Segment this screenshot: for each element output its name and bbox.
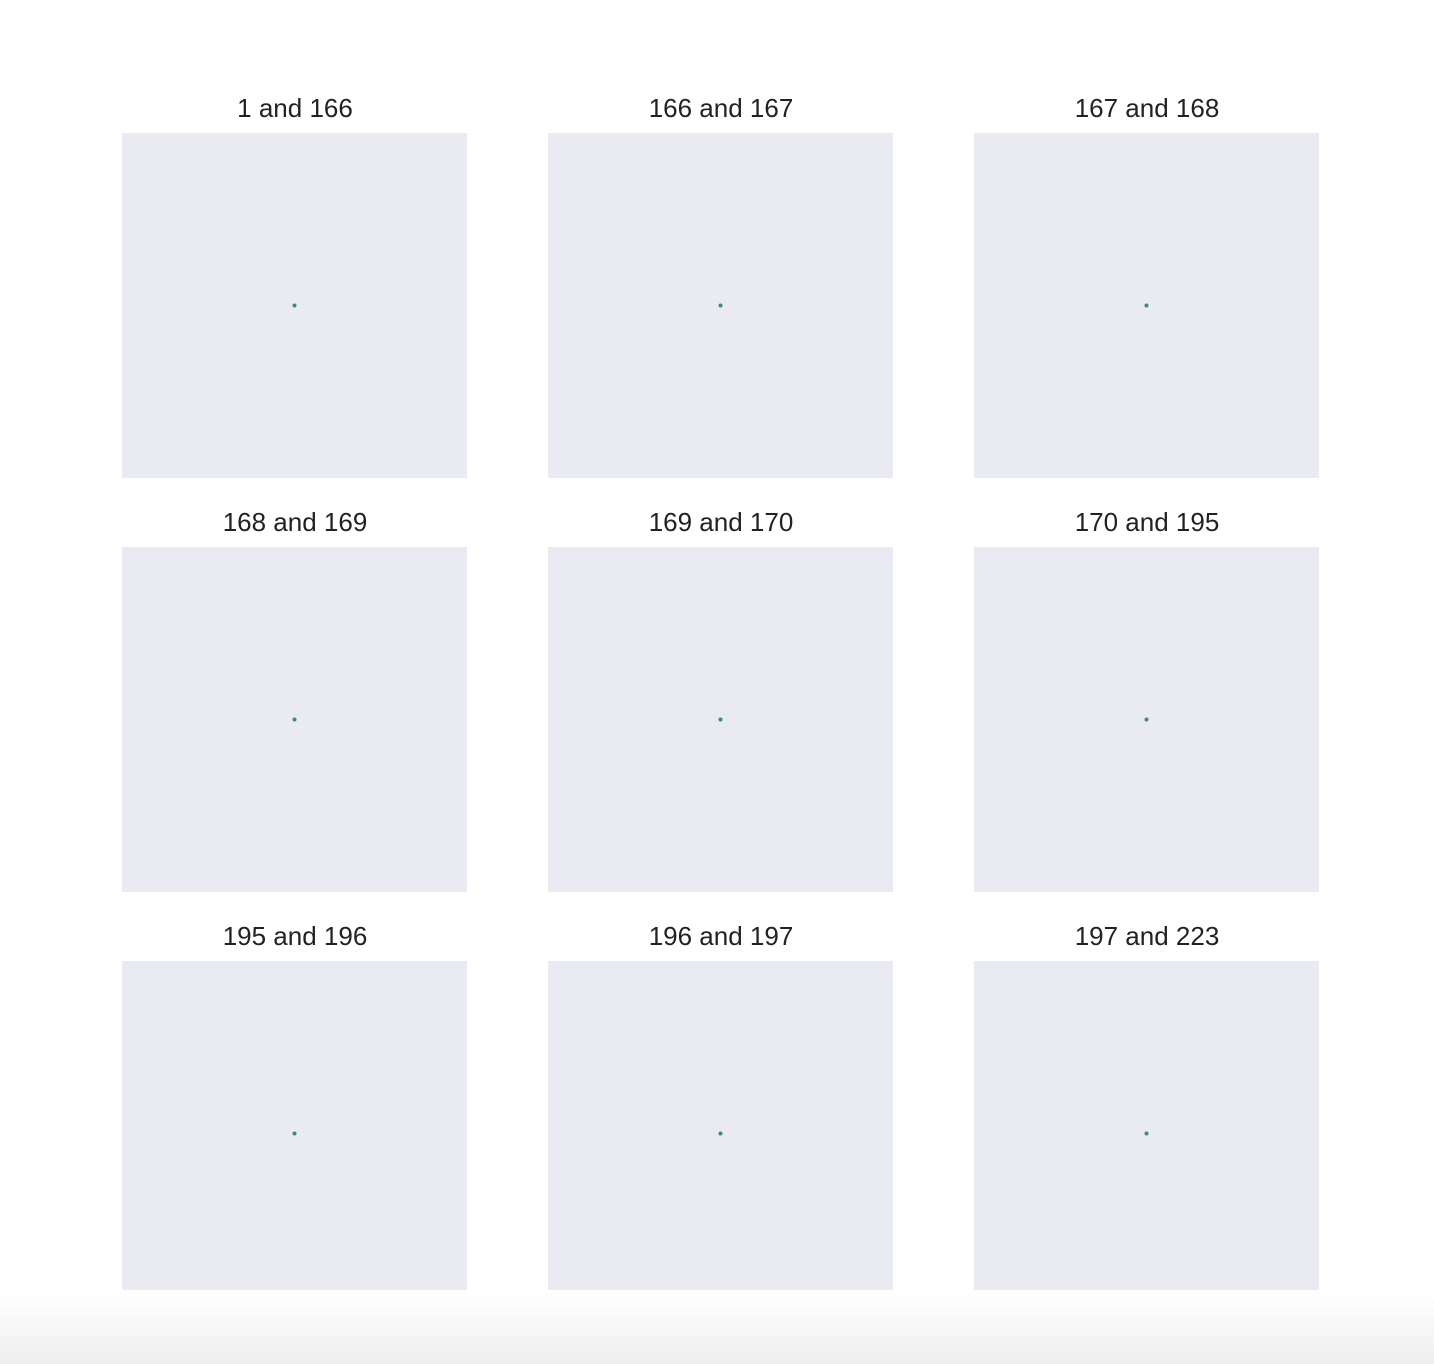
plot-area bbox=[548, 547, 893, 892]
subplot-title: 169 and 170 bbox=[648, 507, 794, 537]
subplot-title: 197 and 223 bbox=[1074, 921, 1220, 951]
data-point bbox=[1144, 717, 1149, 722]
subplot-title: 166 and 167 bbox=[648, 93, 794, 123]
data-point bbox=[1144, 1131, 1149, 1136]
plot-area bbox=[974, 961, 1319, 1306]
data-point bbox=[718, 303, 723, 308]
plot-area bbox=[122, 961, 467, 1306]
plot-area bbox=[122, 133, 467, 478]
plot-area bbox=[122, 547, 467, 892]
subplot-title: 196 and 197 bbox=[648, 921, 794, 951]
plot-area bbox=[548, 961, 893, 1306]
subplot-title: 168 and 169 bbox=[222, 507, 368, 537]
data-point bbox=[292, 717, 297, 722]
data-point bbox=[718, 717, 723, 722]
bottom-fade bbox=[0, 1290, 1434, 1364]
subplot: 168 and 169 bbox=[122, 507, 548, 922]
data-point bbox=[1144, 303, 1149, 308]
subplot: 196 and 197 bbox=[548, 921, 974, 1336]
subplot: 170 and 195 bbox=[974, 507, 1400, 922]
subplot: 166 and 167 bbox=[548, 93, 974, 508]
subplot: 1 and 166 bbox=[122, 93, 548, 508]
subplot: 197 and 223 bbox=[974, 921, 1400, 1336]
subplot-title: 167 and 168 bbox=[1074, 93, 1220, 123]
data-point bbox=[292, 303, 297, 308]
plot-area bbox=[548, 133, 893, 478]
subplot: 195 and 196 bbox=[122, 921, 548, 1336]
data-point bbox=[292, 1131, 297, 1136]
subplot: 167 and 168 bbox=[974, 93, 1400, 508]
subplot-title: 195 and 196 bbox=[222, 921, 368, 951]
subplot-title: 1 and 166 bbox=[237, 93, 353, 123]
plot-area bbox=[974, 133, 1319, 478]
plot-area bbox=[974, 547, 1319, 892]
data-point bbox=[718, 1131, 723, 1136]
subplot: 169 and 170 bbox=[548, 507, 974, 922]
subplot-title: 170 and 195 bbox=[1074, 507, 1220, 537]
